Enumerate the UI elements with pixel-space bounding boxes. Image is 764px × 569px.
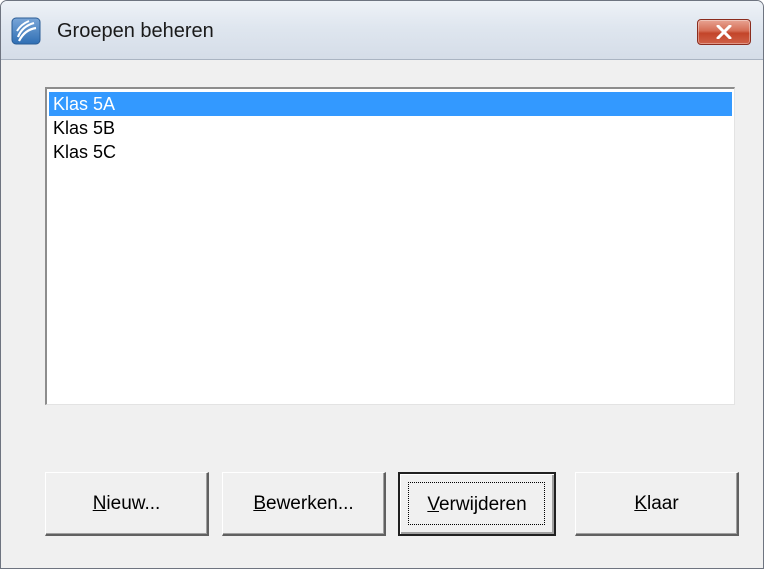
delete-button[interactable]: Verwijderen	[398, 472, 556, 536]
delete-button-label: erwijderen	[438, 494, 527, 515]
done-button-label: laar	[647, 493, 679, 514]
done-button[interactable]: Klaar	[575, 472, 739, 536]
groups-listbox[interactable]: Klas 5A Klas 5B Klas 5C	[45, 87, 735, 405]
close-button[interactable]	[697, 19, 751, 45]
groups-list: Klas 5A Klas 5B Klas 5C	[49, 92, 732, 164]
dialog-window: Groepen beheren Klas 5A Klas 5B Klas 5C …	[0, 0, 764, 569]
delete-button-accel: V	[427, 494, 439, 515]
app-icon	[11, 17, 41, 45]
list-item[interactable]: Klas 5C	[49, 140, 732, 164]
list-item[interactable]: Klas 5A	[49, 92, 732, 116]
title-bar[interactable]: Groepen beheren	[1, 1, 763, 60]
new-button[interactable]: Nieuw...	[45, 472, 209, 536]
new-button-label: ieuw...	[106, 493, 161, 514]
close-icon	[716, 25, 732, 39]
done-button-accel: K	[634, 493, 647, 514]
window-title: Groepen beheren	[57, 20, 214, 42]
edit-button-accel: B	[253, 493, 267, 514]
edit-button-label: ewerken...	[266, 493, 354, 514]
new-button-accel: N	[92, 493, 107, 514]
list-item[interactable]: Klas 5B	[49, 116, 732, 140]
edit-button[interactable]: Bewerken...	[222, 472, 386, 536]
